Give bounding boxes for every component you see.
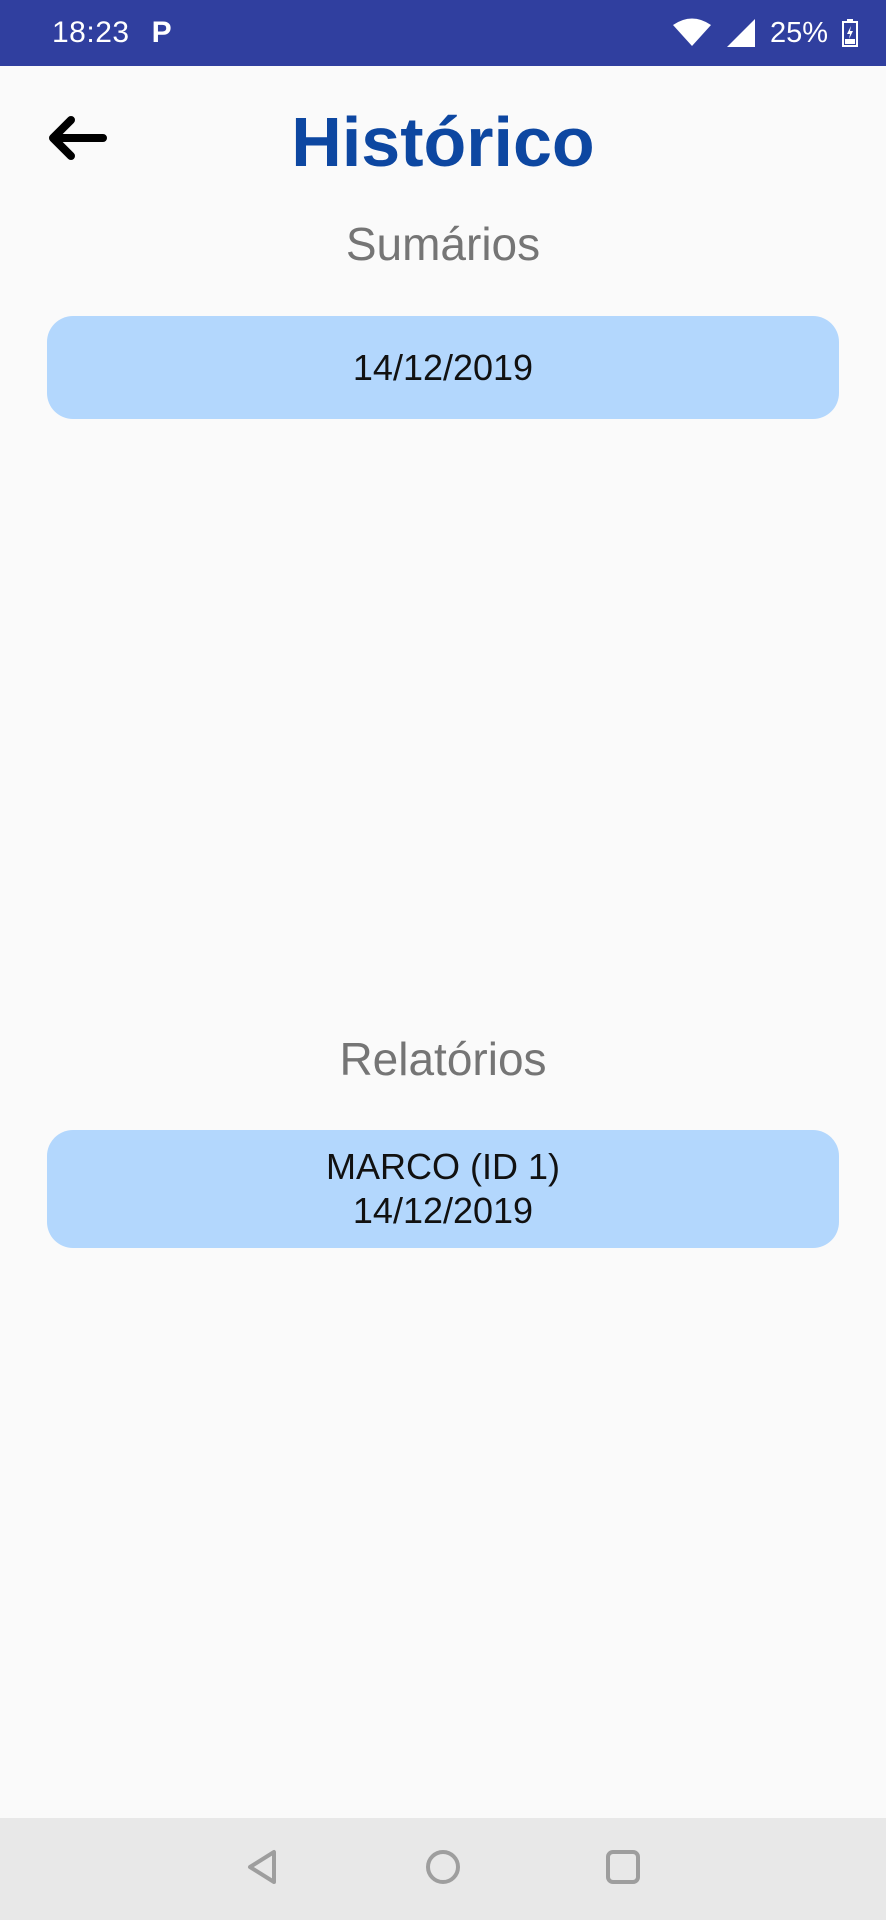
back-triangle-icon bbox=[243, 1847, 283, 1892]
reports-title: Relatórios bbox=[339, 1033, 547, 1085]
signal-icon bbox=[726, 18, 756, 48]
report-item-name: MARCO (ID 1) bbox=[326, 1146, 560, 1187]
summary-item-date: 14/12/2019 bbox=[352, 346, 534, 388]
notification-p-icon: P bbox=[151, 16, 172, 49]
battery-icon bbox=[842, 19, 858, 47]
status-bar: 18:23 P 25% bbox=[0, 0, 886, 66]
report-item[interactable]: MARCO (ID 1) 14/12/2019 bbox=[47, 1130, 839, 1248]
wifi-icon bbox=[672, 18, 712, 48]
status-icons: 25% bbox=[672, 17, 858, 50]
summary-item[interactable]: 14/12/2019 bbox=[47, 316, 839, 419]
page-title: Histórico bbox=[291, 103, 595, 181]
navigation-bar bbox=[0, 1818, 886, 1920]
recents-square-icon bbox=[603, 1847, 643, 1892]
nav-home-button[interactable] bbox=[413, 1839, 473, 1899]
nav-recents-button[interactable] bbox=[593, 1839, 653, 1899]
nav-back-button[interactable] bbox=[233, 1839, 293, 1899]
report-item-date: 14/12/2019 bbox=[352, 1190, 534, 1231]
summaries-title: Sumários bbox=[345, 218, 541, 270]
home-circle-icon bbox=[423, 1847, 463, 1892]
battery-percent: 25% bbox=[769, 16, 828, 49]
status-time: 18:23 bbox=[52, 16, 130, 49]
